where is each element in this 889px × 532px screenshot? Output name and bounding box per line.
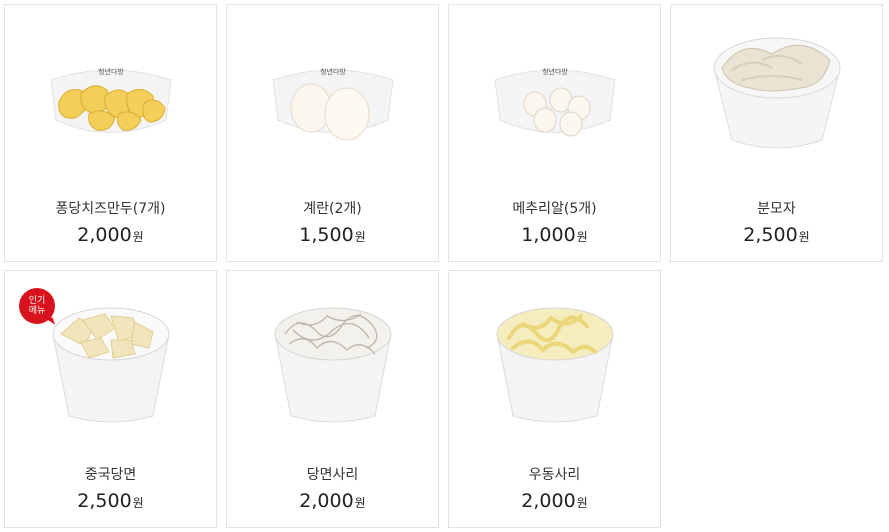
svg-text:청년다방: 청년다방 — [320, 67, 346, 76]
glass-noodles-image — [227, 289, 438, 439]
menu-card-bunmoja[interactable]: 분모자 2,500원 — [670, 4, 883, 262]
item-name: 당면사리 — [306, 467, 359, 483]
menu-card-eggs[interactable]: 청년다방 계란(2개) 1,500원 — [226, 4, 439, 262]
item-name: 우동사리 — [528, 467, 581, 483]
svg-text:청년다방: 청년다방 — [542, 67, 568, 76]
item-name: 메추리알(5개) — [512, 201, 597, 217]
menu-card-cheese-dumplings[interactable]: 청년다방 퐁당치즈만두(7개) 2,000원 — [4, 4, 217, 262]
chinese-glass-noodles-image — [5, 289, 216, 439]
menu-card-udon-noodles[interactable]: 우동사리 2,000원 — [448, 270, 661, 528]
item-price: 1,500원 — [299, 224, 366, 246]
udon-noodles-image — [449, 289, 660, 439]
item-name: 퐁당치즈만두(7개) — [55, 201, 166, 217]
item-price: 2,000원 — [77, 224, 144, 246]
quail-eggs-image: 청년다방 — [449, 25, 660, 175]
item-name: 계란(2개) — [303, 201, 362, 217]
item-price: 2,000원 — [521, 490, 588, 512]
item-name: 중국당면 — [84, 467, 137, 483]
item-price: 2,500원 — [743, 224, 810, 246]
menu-card-quail-eggs[interactable]: 청년다방 메추리알(5개) 1,000원 — [448, 4, 661, 262]
menu-grid: 청년다방 퐁당치즈만두(7개) 2,000원 청년다방 계란(2개) 1,500… — [0, 0, 889, 532]
menu-card-glass-noodles[interactable]: 당면사리 2,000원 — [226, 270, 439, 528]
item-price: 1,000원 — [521, 224, 588, 246]
boiled-eggs-image: 청년다방 — [227, 25, 438, 175]
menu-card-chinese-glass-noodles[interactable]: 인기 메뉴 중국당면 2,500원 — [4, 270, 217, 528]
cheese-dumplings-image: 청년다방 — [5, 25, 216, 175]
svg-text:청년다방: 청년다방 — [98, 67, 124, 76]
item-price: 2,000원 — [299, 490, 366, 512]
item-name: 분모자 — [757, 201, 796, 217]
item-price: 2,500원 — [77, 490, 144, 512]
bunmoja-image — [671, 13, 882, 163]
